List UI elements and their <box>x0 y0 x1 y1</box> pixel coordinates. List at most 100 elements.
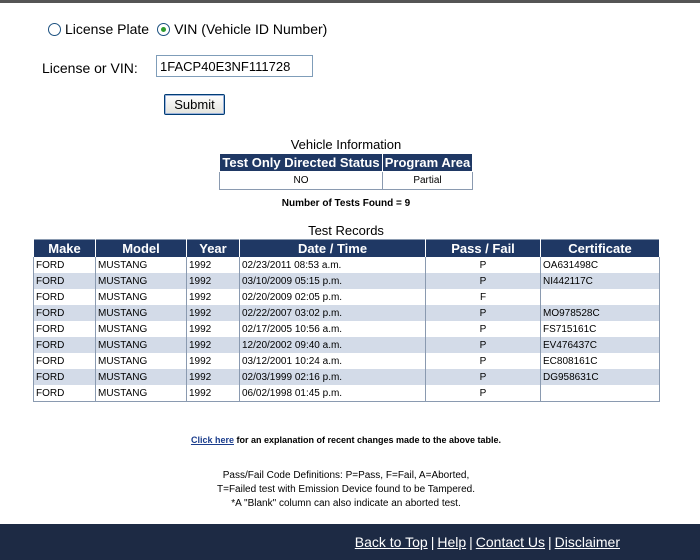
radio-vin[interactable]: VIN (Vehicle ID Number) <box>157 21 327 37</box>
top-border <box>0 0 700 3</box>
footer-bar: Back to Top | Help | Contact Us | Disclaimer <box>0 524 700 560</box>
table-row: FORD MUSTANG 1992 12/20/2002 09:40 a.m. P EV4… <box>33 337 660 353</box>
cell-certificate: EV476437C <box>540 337 660 353</box>
cell-certificate: OA631498C <box>540 257 660 273</box>
cell-model: MUSTANG <box>95 353 187 369</box>
disclaimer-link[interactable]: Disclaimer <box>555 534 620 550</box>
cell-model: MUSTANG <box>95 385 187 402</box>
tr-header-model: Model <box>95 239 187 257</box>
cell-pass-fail: P <box>425 305 541 321</box>
cell-pass-fail: P <box>425 337 541 353</box>
footer-links: Back to Top | Help | Contact Us | Disclaimer <box>355 534 620 550</box>
cell-model: MUSTANG <box>95 305 187 321</box>
cell-certificate: DG958631C <box>540 369 660 385</box>
cell-make: FORD <box>33 305 96 321</box>
tr-header-date-time: Date / Time <box>239 239 426 257</box>
cell-date-time: 06/02/1998 01:45 p.m. <box>239 385 426 402</box>
cell-certificate: FS715161C <box>540 321 660 337</box>
table-row: FORD MUSTANG 1992 02/22/2007 03:02 p.m. P MO9… <box>33 305 660 321</box>
tr-header-pass-fail: Pass / Fail <box>425 239 541 257</box>
radio-vin-circle[interactable] <box>157 22 171 36</box>
explanation-text: for an explanation of recent changes mad… <box>233 435 502 445</box>
tr-header-make: Make <box>33 239 96 257</box>
cell-date-time: 03/10/2009 05:15 p.m. <box>239 273 426 289</box>
vehicle-information-table: Test Only Directed Status Program Area N… <box>219 153 474 190</box>
pass-fail-definitions: Pass/Fail Code Definitions: P=Pass, F=Fa… <box>150 469 542 511</box>
test-records-table: Make Model Year Date / Time Pass / Fail Certi… <box>33 239 660 402</box>
radio-vin-label: VIN (Vehicle ID Number) <box>174 21 328 37</box>
explanation-note: Click here for an explanation of recent … <box>150 435 542 445</box>
click-here-link[interactable]: Click here <box>191 435 234 445</box>
cell-date-time: 02/17/2005 10:56 a.m. <box>239 321 426 337</box>
cell-certificate <box>540 289 660 305</box>
cell-year: 1992 <box>186 385 240 402</box>
cell-date-time: 02/20/2009 02:05 p.m. <box>239 289 426 305</box>
cell-pass-fail: P <box>425 385 541 402</box>
cell-pass-fail: P <box>425 321 541 337</box>
number-of-tests-found: Number of Tests Found = 9 <box>281 198 411 209</box>
table-row: FORD MUSTANG 1992 02/23/2011 08:53 a.m. P OA6… <box>33 257 660 273</box>
cell-model: MUSTANG <box>95 337 187 353</box>
cell-certificate <box>540 385 660 402</box>
contact-us-link[interactable]: Contact Us <box>476 534 545 550</box>
cell-make: FORD <box>33 273 96 289</box>
cell-year: 1992 <box>186 369 240 385</box>
footer-separator: | <box>469 534 473 550</box>
cell-year: 1992 <box>186 321 240 337</box>
cell-certificate: NI442117C <box>540 273 660 289</box>
table-row: FORD MUSTANG 1992 03/10/2009 05:15 p.m. P NI4… <box>33 273 660 289</box>
test-records-caption: Test Records <box>308 223 384 238</box>
definitions-line-2: T=Failed test with Emission Device found… <box>217 484 475 495</box>
tr-header-certificate: Certificate <box>540 239 660 257</box>
cell-year: 1992 <box>186 305 240 321</box>
cell-model: MUSTANG <box>95 289 187 305</box>
cell-date-time: 02/03/1999 02:16 p.m. <box>239 369 426 385</box>
cell-model: MUSTANG <box>95 369 187 385</box>
footer-separator: | <box>548 534 552 550</box>
vi-header-status: Test Only Directed Status <box>219 153 383 172</box>
cell-make: FORD <box>33 337 96 353</box>
cell-pass-fail: P <box>425 369 541 385</box>
license-or-vin-input[interactable] <box>156 55 313 77</box>
cell-date-time: 03/12/2001 10:24 a.m. <box>239 353 426 369</box>
table-row: FORD MUSTANG 1992 02/03/1999 02:16 p.m. P DG9… <box>33 369 660 385</box>
cell-year: 1992 <box>186 257 240 273</box>
cell-model: MUSTANG <box>95 321 187 337</box>
cell-pass-fail: P <box>425 353 541 369</box>
cell-model: MUSTANG <box>95 257 187 273</box>
table-row: FORD MUSTANG 1992 06/02/1998 01:45 p.m. P <box>33 385 660 402</box>
cell-date-time: 12/20/2002 09:40 a.m. <box>239 337 426 353</box>
back-to-top-link[interactable]: Back to Top <box>355 534 428 550</box>
cell-make: FORD <box>33 289 96 305</box>
cell-pass-fail: F <box>425 289 541 305</box>
cell-date-time: 02/22/2007 03:02 p.m. <box>239 305 426 321</box>
cell-certificate: MO978528C <box>540 305 660 321</box>
cell-year: 1992 <box>186 337 240 353</box>
cell-make: FORD <box>33 385 96 402</box>
radio-license-plate-label: License Plate <box>65 21 150 37</box>
cell-make: FORD <box>33 353 96 369</box>
vehicle-information-caption: Vehicle Information <box>290 137 402 152</box>
cell-make: FORD <box>33 257 96 273</box>
cell-year: 1992 <box>186 353 240 369</box>
help-link[interactable]: Help <box>437 534 466 550</box>
cell-year: 1992 <box>186 273 240 289</box>
table-row: FORD MUSTANG 1992 02/17/2005 10:56 a.m. P FS7… <box>33 321 660 337</box>
table-row: FORD MUSTANG 1992 02/20/2009 02:05 p.m. F <box>33 289 660 305</box>
definitions-line-1: Pass/Fail Code Definitions: P=Pass, F=Fa… <box>222 470 470 481</box>
tr-header-year: Year <box>186 239 240 257</box>
table-row: FORD MUSTANG 1992 03/12/2001 10:24 a.m. P EC8… <box>33 353 660 369</box>
submit-button[interactable]: Submit <box>164 94 225 115</box>
search-type-options: License Plate VIN (Vehicle ID Number) <box>48 21 335 37</box>
cell-make: FORD <box>33 321 96 337</box>
vi-value-status: NO <box>219 171 383 190</box>
cell-pass-fail: P <box>425 273 541 289</box>
footer-separator: | <box>430 534 435 550</box>
license-or-vin-label: License or VIN: <box>42 60 138 76</box>
vi-header-program-area: Program Area <box>381 153 474 172</box>
cell-make: FORD <box>33 369 96 385</box>
radio-license-plate[interactable]: License Plate <box>48 21 149 37</box>
radio-license-plate-circle[interactable] <box>48 22 61 36</box>
cell-model: MUSTANG <box>95 273 187 289</box>
cell-year: 1992 <box>186 289 240 305</box>
